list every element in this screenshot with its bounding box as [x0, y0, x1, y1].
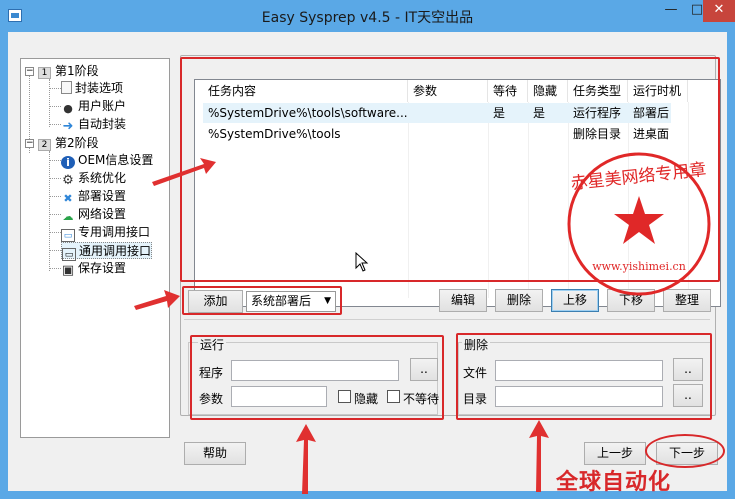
collapse-stage1-icon[interactable]: − — [25, 67, 34, 76]
annotation-box-add — [182, 286, 342, 315]
close-button[interactable]: ✕ — [703, 0, 735, 22]
tree-item-deploy-settings[interactable]: ✖ 部署设置 — [61, 188, 126, 205]
annotation-ellipse-next — [645, 434, 725, 468]
tree-item-system-optimize[interactable]: ⚙ 系统优化 — [61, 170, 126, 187]
annotation-arrow-icon — [134, 290, 180, 310]
stage-number-badge: 1 — [38, 67, 51, 79]
tree-item-label: 专用调用接口 — [78, 225, 151, 239]
help-button[interactable]: 帮助 — [184, 442, 246, 465]
tree-item-user-accounts[interactable]: ● 用户账户 — [61, 98, 126, 115]
save-icon: ▣ — [61, 263, 75, 278]
window-title: Easy Sysprep v4.5 - IT天空出品 — [261, 10, 474, 26]
info-icon: i — [61, 156, 75, 169]
divider — [184, 319, 710, 320]
tree-item-label: 系统优化 — [78, 171, 127, 185]
tree-item-network-settings[interactable]: ☁ 网络设置 — [61, 206, 127, 223]
interface-icon: ▭ — [61, 229, 75, 242]
annotation-box-delete — [456, 333, 712, 420]
tree-item-label: 网络设置 — [78, 207, 127, 221]
tree-item-label: OEM信息设置 — [78, 153, 154, 167]
minimize-button[interactable]: — — [657, 0, 685, 22]
tree-item-private-interface[interactable]: ▭ 专用调用接口 — [61, 224, 151, 242]
tree-item-label: 部署设置 — [78, 189, 127, 203]
network-icon: ☁ — [62, 210, 74, 223]
arrow-right-icon: ➜ — [62, 119, 74, 134]
tree-item-auto-package[interactable]: ➜ 自动封装 — [61, 116, 126, 133]
seal-stamp: 赤星美网络专用章 www.yishimei.cn — [567, 152, 711, 296]
user-icon: ● — [63, 102, 73, 115]
tree-item-oem-info[interactable]: i OEM信息设置 — [61, 152, 153, 169]
tree-item-label: 用户账户 — [78, 99, 127, 113]
tree-stage1[interactable]: 1 第1阶段 — [38, 63, 99, 80]
tree-item-label: 保存设置 — [78, 261, 127, 275]
prev-button[interactable]: 上一步 — [584, 442, 646, 465]
annotation-arrow-icon — [296, 424, 316, 494]
tree-stage2[interactable]: 2 第2阶段 — [38, 135, 99, 152]
app-window: Easy Sysprep v4.5 - IT天空出品 — □ ✕ − 1 第1阶段… — [0, 0, 735, 499]
tree-stage1-label: 第1阶段 — [55, 64, 99, 78]
stage-number-badge: 2 — [38, 139, 51, 151]
gear-icon: ⚙ — [62, 173, 74, 188]
tree-item-label: 自动封装 — [78, 117, 127, 131]
tree-item-label: 通用调用接口 — [79, 244, 152, 258]
tree-item-label: 封装选项 — [75, 81, 124, 95]
tree-stage2-label: 第2阶段 — [55, 136, 99, 150]
tree-item-generic-interface[interactable]: ▭ 通用调用接口 — [61, 242, 153, 261]
settings-tree: − 1 第1阶段 封装选项 ● 用户账户 ➜ 自动封装 − 2 第2阶段 i OEM信息设… — [20, 58, 170, 438]
tree-item-package-options[interactable]: 封装选项 — [61, 80, 123, 97]
collapse-stage2-icon[interactable]: − — [25, 139, 34, 148]
edit-button[interactable]: 编辑 — [439, 289, 487, 312]
svg-text:www.yishimei.cn: www.yishimei.cn — [592, 260, 686, 273]
deploy-icon: ✖ — [63, 192, 73, 205]
annotation-arrow-icon — [529, 420, 549, 492]
delete-button[interactable]: 删除 — [495, 289, 543, 312]
annotation-box-run — [190, 335, 444, 420]
annotation-arrow-icon — [152, 158, 216, 186]
title-bar: Easy Sysprep v4.5 - IT天空出品 — □ ✕ — [0, 0, 735, 32]
svg-text:赤星美网络专用章: 赤星美网络专用章 — [570, 160, 707, 194]
tree-item-save-settings[interactable]: ▣ 保存设置 — [61, 260, 126, 277]
watermark-text: 全球自动化 — [556, 470, 672, 495]
document-icon — [61, 81, 72, 94]
